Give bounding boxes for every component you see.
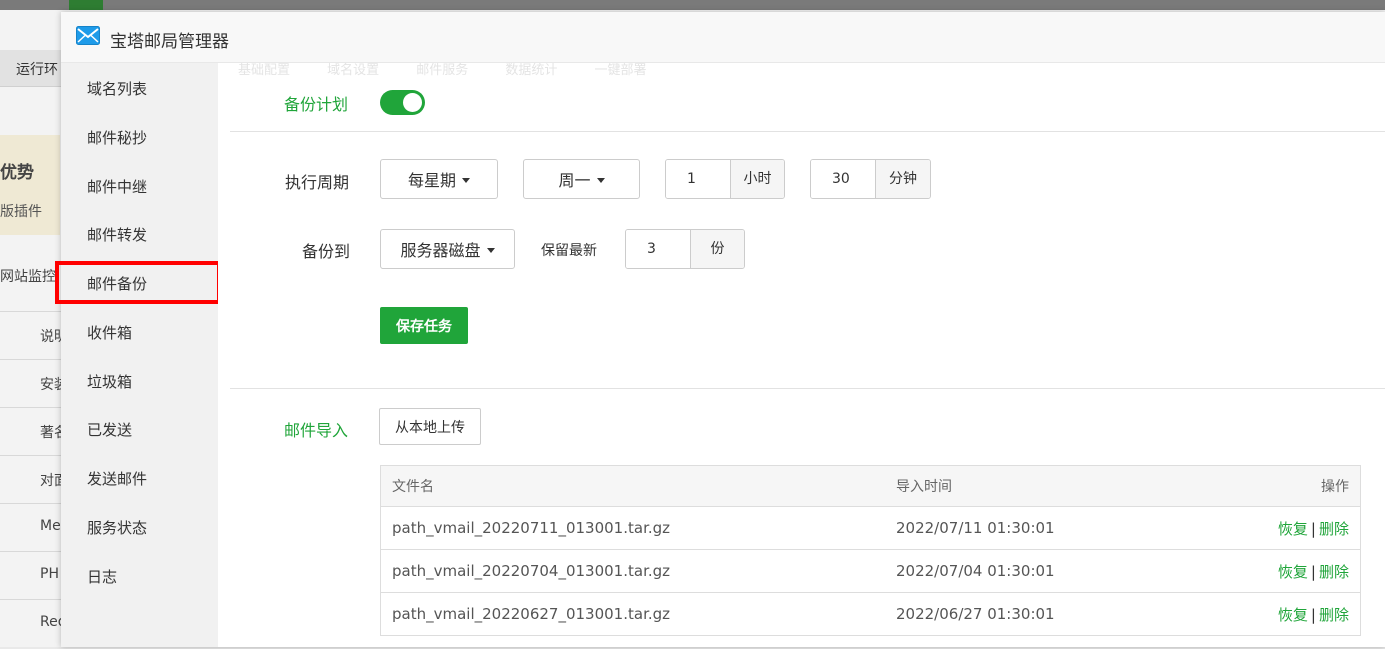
weekday-value: 周一 — [558, 171, 591, 190]
backup-panel: 基础配置 域名设置 邮件服务 数据统计 一键部署 备份计划 执行周期 每星期 周… — [218, 63, 1385, 647]
minute-input[interactable] — [811, 160, 875, 198]
import-time-cell: 2022/07/11 01:30:01 — [885, 506, 1218, 550]
file-name-cell: path_vmail_20220711_013001.tar.gz — [380, 506, 885, 550]
caret-down-icon — [486, 247, 495, 253]
sidebar: 域名列表 邮件秘抄 邮件中继 邮件转发 邮件备份 收件箱 垃圾箱 已发送 发送邮… — [55, 63, 221, 647]
restore-link[interactable]: 恢复 — [1278, 563, 1308, 581]
mail-import-label: 邮件导入 — [284, 421, 349, 440]
backup-plan-toggle[interactable] — [380, 90, 425, 115]
column-header-filename: 文件名 — [380, 465, 885, 507]
target-label: 备份到 — [302, 242, 351, 261]
divider — [230, 388, 1385, 389]
background-monitor: 网站监控 — [0, 269, 56, 285]
modal-header[interactable]: 宝塔邮局管理器 — [61, 12, 1385, 63]
restore-link[interactable]: 恢复 — [1278, 606, 1308, 624]
ghost-tabs: 基础配置 域名设置 邮件服务 数据统计 一键部署 — [238, 63, 678, 83]
sidebar-item-mail-forward[interactable]: 邮件转发 — [61, 211, 218, 259]
background-row-label: PH — [40, 566, 59, 582]
weekday-select[interactable]: 周一 — [523, 159, 640, 199]
background-row-label: Me — [40, 518, 61, 534]
sidebar-item-mail-relay[interactable]: 邮件中继 — [61, 163, 218, 211]
keep-input-group: 份 — [625, 229, 745, 269]
minute-unit: 分钟 — [875, 160, 930, 198]
keep-latest-label: 保留最新 — [541, 243, 597, 259]
caret-down-icon — [462, 177, 470, 183]
sidebar-item-service-status[interactable]: 服务状态 — [61, 504, 218, 552]
actions-cell: 恢复 | 删除 — [1218, 592, 1361, 636]
mail-icon — [76, 26, 100, 45]
sidebar-item-logs[interactable]: 日志 — [61, 553, 218, 601]
mail-manager-modal: 宝塔邮局管理器 域名列表 邮件秘抄 邮件中继 邮件转发 邮件备份 收件箱 垃圾箱… — [55, 12, 1385, 647]
delete-link[interactable]: 删除 — [1319, 563, 1349, 581]
save-task-button[interactable]: 保存任务 — [380, 307, 468, 344]
delete-link[interactable]: 删除 — [1319, 520, 1349, 538]
ghost-tab: 一键部署 — [594, 63, 647, 78]
ghost-tab: 邮件服务 — [416, 63, 469, 78]
action-separator: | — [1310, 519, 1316, 538]
background-topbar — [0, 0, 1385, 10]
ghost-tab: 数据统计 — [505, 63, 558, 78]
actions-cell: 恢复 | 删除 — [1218, 506, 1361, 550]
keep-unit: 份 — [690, 230, 744, 268]
keep-count-input[interactable] — [626, 230, 690, 268]
cycle-type-select[interactable]: 每星期 — [380, 159, 498, 199]
table-row: path_vmail_20220704_013001.tar.gz 2022/0… — [380, 549, 1361, 593]
cycle-type-value: 每星期 — [407, 171, 456, 190]
sidebar-item-domain-list[interactable]: 域名列表 — [61, 65, 218, 113]
column-header-actions: 操作 — [1218, 465, 1361, 507]
backup-plan-label: 备份计划 — [284, 95, 349, 114]
delete-link[interactable]: 删除 — [1319, 606, 1349, 624]
sidebar-item-inbox[interactable]: 收件箱 — [61, 309, 218, 357]
sidebar-item-junk[interactable]: 垃圾箱 — [61, 358, 218, 406]
backup-target-select[interactable]: 服务器磁盘 — [380, 229, 515, 269]
hour-input[interactable] — [666, 160, 730, 198]
table-row: path_vmail_20220711_013001.tar.gz 2022/0… — [380, 506, 1361, 550]
column-header-import-time: 导入时间 — [885, 465, 1218, 507]
minute-input-group: 分钟 — [810, 159, 931, 199]
import-time-cell: 2022/07/04 01:30:01 — [885, 549, 1218, 593]
modal-title: 宝塔邮局管理器 — [110, 32, 229, 52]
background-adv-title: 优势 — [0, 163, 34, 183]
ghost-tab: 域名设置 — [327, 63, 380, 78]
sidebar-item-sent[interactable]: 已发送 — [61, 406, 218, 454]
backup-target-value: 服务器磁盘 — [400, 241, 481, 260]
file-name-cell: path_vmail_20220704_013001.tar.gz — [380, 549, 885, 593]
background-nav-label: 运行环 — [16, 62, 58, 78]
cycle-label: 执行周期 — [285, 173, 350, 192]
action-separator: | — [1310, 605, 1316, 624]
sidebar-item-mail-backup[interactable]: 邮件备份 — [61, 260, 218, 308]
background-adv-sub: 版插件 — [0, 204, 42, 220]
table-header-row: 文件名 导入时间 操作 — [380, 465, 1361, 507]
upload-local-button[interactable]: 从本地上传 — [379, 408, 481, 445]
file-name-cell: path_vmail_20220627_013001.tar.gz — [380, 592, 885, 636]
background-logo — [69, 0, 103, 10]
action-separator: | — [1310, 562, 1316, 581]
sidebar-item-mail-bcc[interactable]: 邮件秘抄 — [61, 114, 218, 162]
import-time-cell: 2022/06/27 01:30:01 — [885, 592, 1218, 636]
sidebar-item-send-mail[interactable]: 发送邮件 — [61, 455, 218, 503]
caret-down-icon — [596, 177, 605, 183]
import-file-table: 文件名 导入时间 操作 path_vmail_20220711_013001.t… — [380, 465, 1361, 636]
restore-link[interactable]: 恢复 — [1278, 520, 1308, 538]
hour-input-group: 小时 — [665, 159, 785, 199]
hour-unit: 小时 — [730, 160, 784, 198]
divider — [230, 131, 1385, 132]
table-row: path_vmail_20220627_013001.tar.gz 2022/0… — [380, 592, 1361, 636]
ghost-tab: 基础配置 — [238, 63, 291, 78]
actions-cell: 恢复 | 删除 — [1218, 549, 1361, 593]
